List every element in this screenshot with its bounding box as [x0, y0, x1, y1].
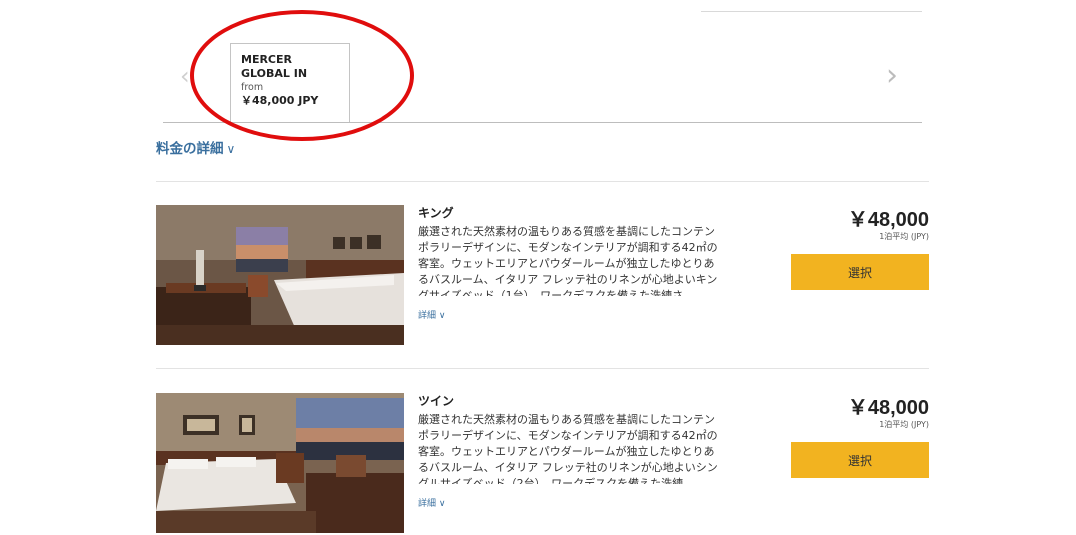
rate-tab-price: ￥48,000 JPY: [241, 94, 319, 107]
room-price-unit: 1泊平均 (JPY): [879, 420, 929, 429]
room-card-king: キング 厳選された天然素材の温もりある質感を基調にしたコンテンポラリーデザインに…: [156, 205, 929, 347]
room-price: ￥48,000: [847, 397, 929, 419]
rate-tab-name: MERCER GLOBAL IN: [241, 53, 308, 80]
section-divider: [156, 181, 929, 182]
room-name: キング: [418, 206, 454, 220]
room-details-toggle[interactable]: 詳細 ∨: [418, 496, 445, 509]
chevron-down-icon: ∨: [438, 499, 446, 509]
room-details-label: 詳細: [418, 311, 437, 321]
chevron-down-icon: ∨: [438, 311, 446, 321]
room-price: ￥48,000: [847, 209, 929, 231]
room-details-toggle[interactable]: 詳細 ∨: [418, 308, 445, 321]
section-divider: [156, 368, 929, 369]
rate-tab-mercer-global[interactable]: MERCER GLOBAL IN from ￥48,000 JPY: [230, 43, 350, 123]
room-details-label: 詳細: [418, 499, 437, 509]
room-description: 厳選された天然素材の温もりある質感を基調にしたコンテンポラリーデザインに、モダン…: [418, 225, 718, 296]
room-price-unit: 1泊平均 (JPY): [879, 232, 929, 241]
chevron-right-icon[interactable]: ›: [886, 58, 898, 93]
rate-details-label: 料金の詳細: [156, 141, 224, 157]
room-photo-king: [156, 205, 404, 345]
rate-details-toggle[interactable]: 料金の詳細 ∨: [156, 137, 235, 157]
top-divider: [701, 11, 922, 12]
chevron-left-icon[interactable]: ‹: [180, 62, 190, 90]
rate-tab-from-label: from: [241, 82, 264, 93]
room-name: ツイン: [418, 394, 455, 408]
select-room-button[interactable]: 選択: [791, 254, 929, 290]
room-card-twin: ツイン 厳選された天然素材の温もりある質感を基調にしたコンテンポラリーデザインに…: [156, 393, 929, 535]
room-photo-twin: [156, 393, 404, 533]
chevron-down-icon: ∨: [226, 142, 236, 156]
room-description: 厳選された天然素材の温もりある質感を基調にしたコンテンポラリーデザインに、モダン…: [418, 413, 718, 484]
rate-tabs-baseline: [163, 122, 922, 123]
select-room-button[interactable]: 選択: [791, 442, 929, 478]
